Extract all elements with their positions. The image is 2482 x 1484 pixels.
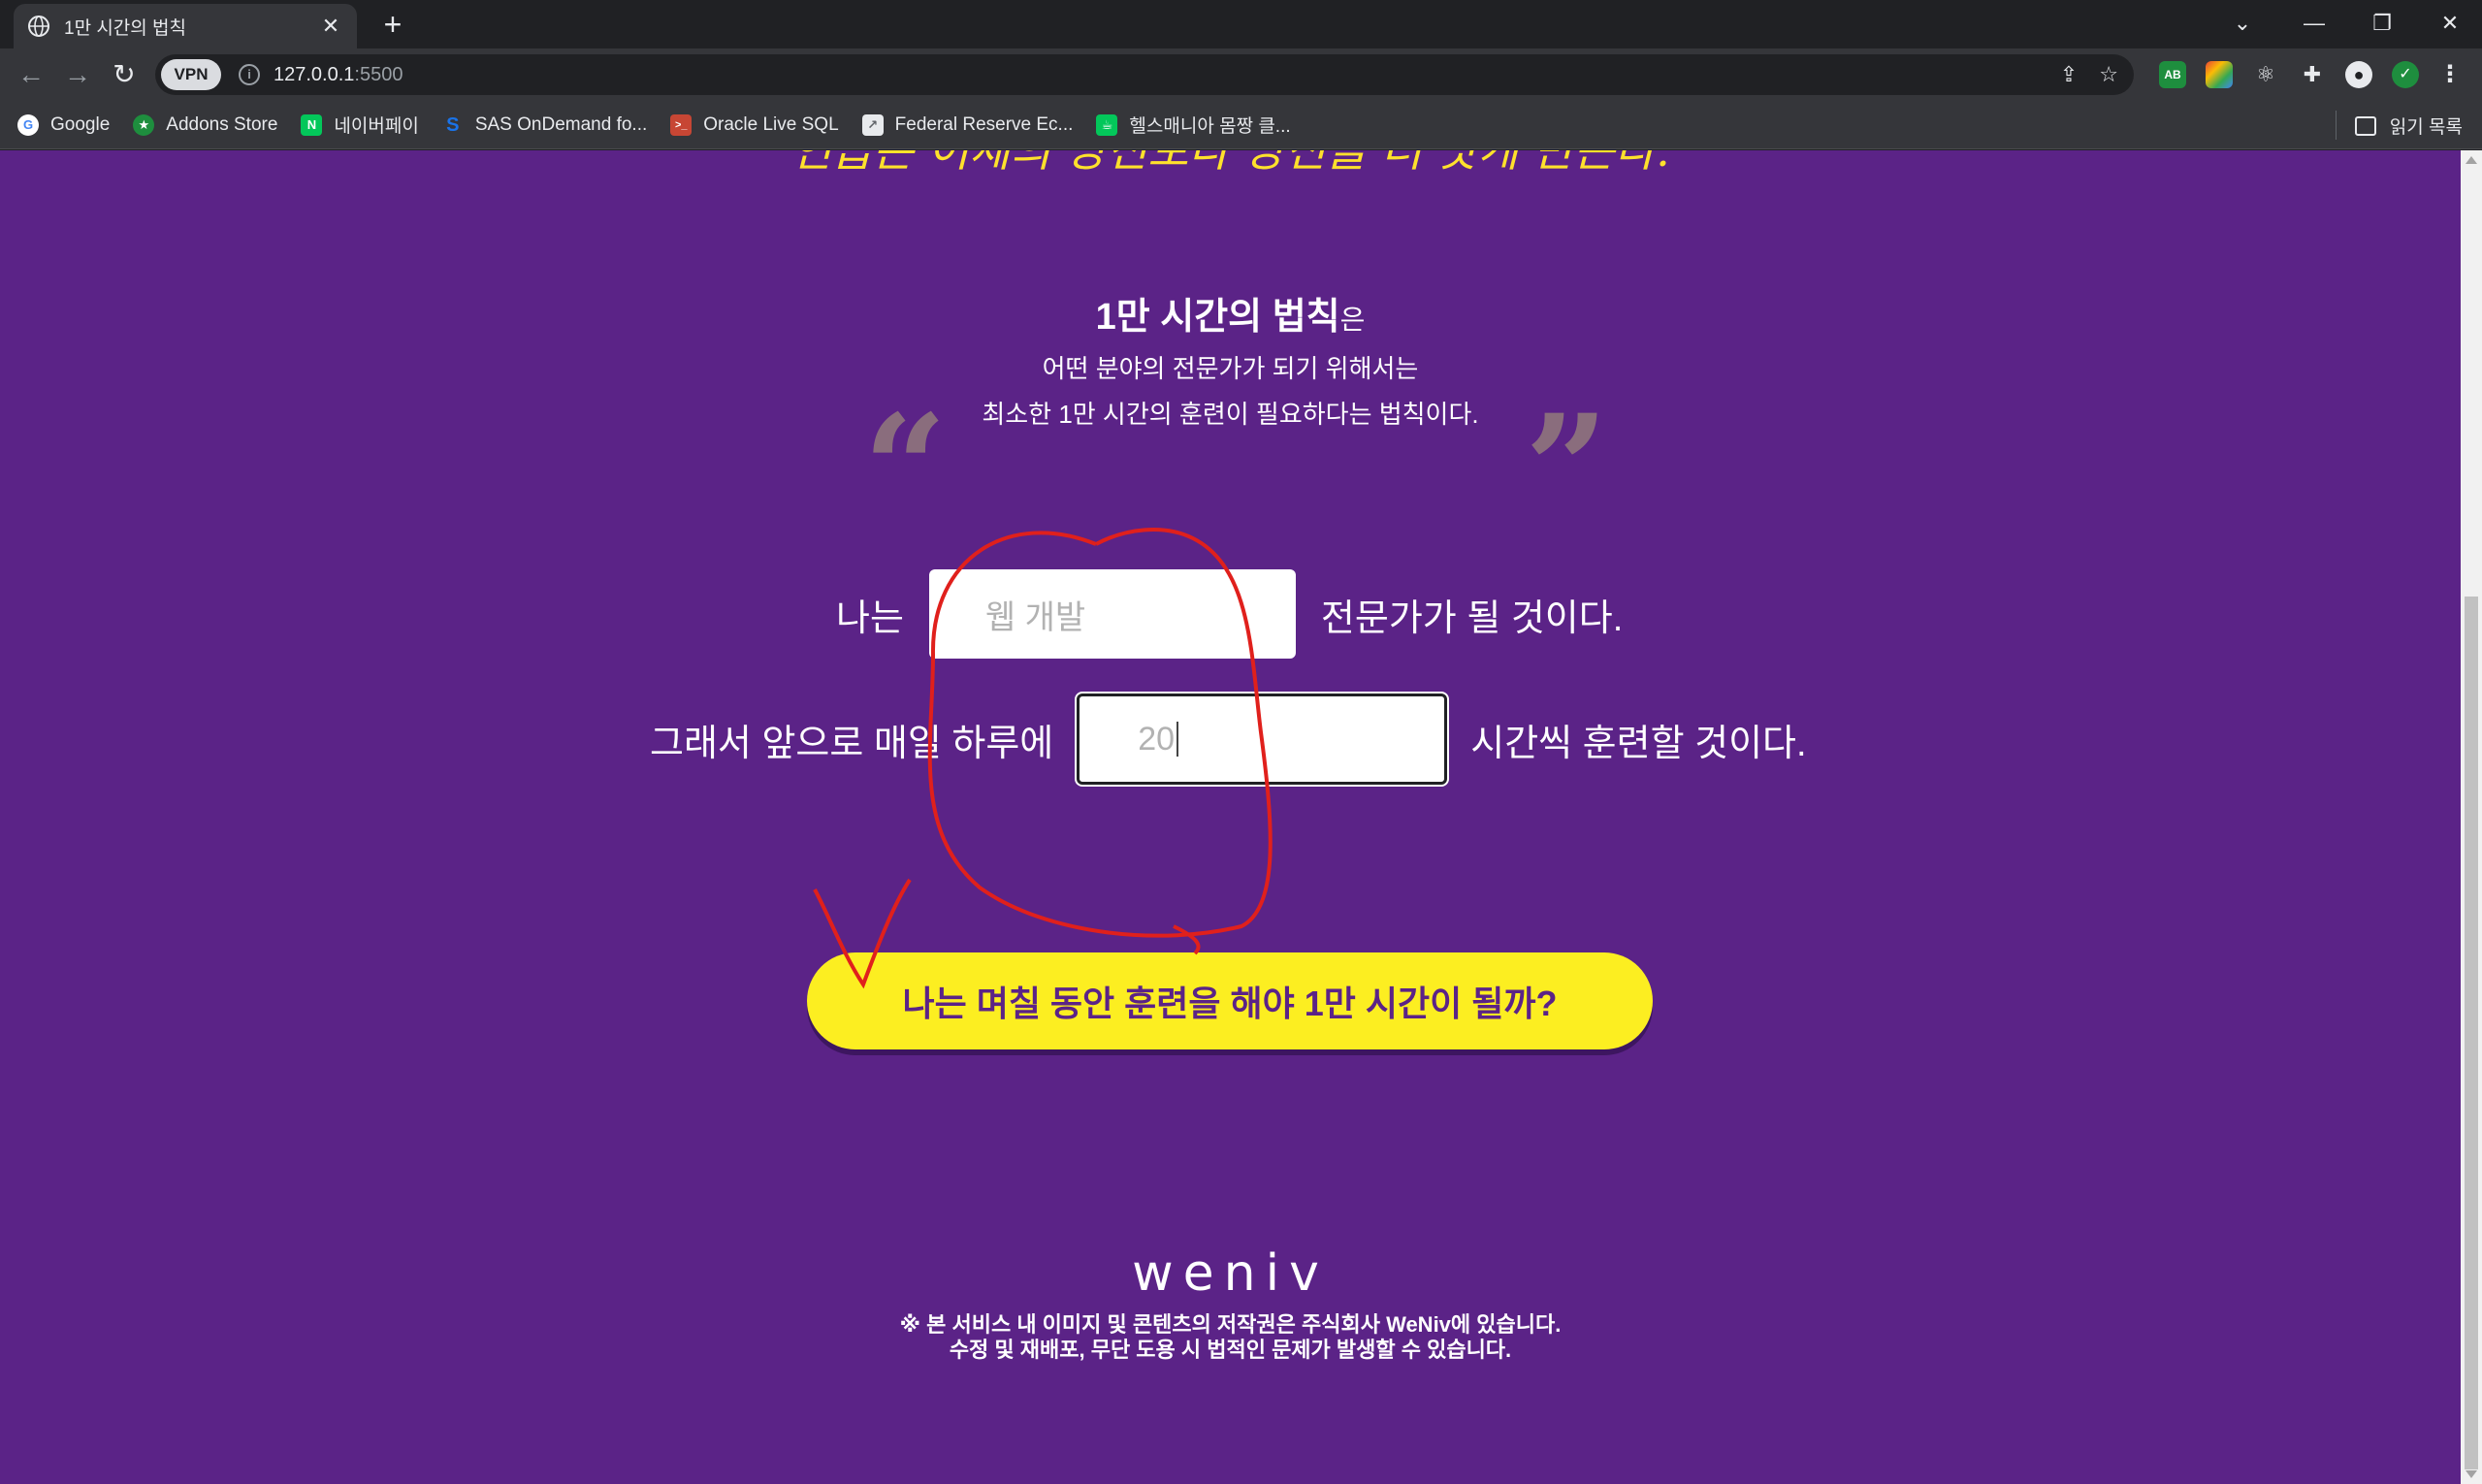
- reading-list-icon: [2354, 115, 2376, 136]
- bookmark-label: 헬스매니아 몸짱 클...: [1129, 116, 1291, 137]
- kebab-menu-icon[interactable]: ⋮: [2436, 61, 2464, 88]
- forward-arrow-icon[interactable]: →: [60, 57, 95, 92]
- site-info-icon[interactable]: i: [239, 64, 260, 85]
- addons-store-icon: ★: [133, 113, 155, 136]
- extensions-puzzle-icon[interactable]: ✚: [2299, 61, 2326, 88]
- goal-row: 나는 웹 개발 전문가가 될 것이다.: [836, 569, 1623, 659]
- top-quote: 연습은 어제의 당신보다 당신을 더 낫게 만든다.: [790, 150, 1670, 177]
- bookmark-label: Google: [50, 113, 111, 135]
- bookmark-google[interactable]: G Google: [17, 113, 111, 136]
- copyright-line-1: ※ 본 서비스 내 이미지 및 콘텐츠의 저작권은 주식회사 WeNiv에 있습…: [899, 1312, 1562, 1337]
- share-icon[interactable]: ⇪: [2060, 62, 2078, 87]
- quote-title: 1만 시간의 법칙은: [0, 286, 2461, 339]
- url-text[interactable]: 127.0.0.1:5500: [274, 64, 403, 86]
- hours-suffix: 시간씩 훈련할 것이다.: [1470, 723, 1807, 764]
- bookmark-naver-pay[interactable]: N 네이버페이: [301, 112, 419, 138]
- bookmark-sas[interactable]: S SAS OnDemand fo...: [442, 114, 647, 136]
- goal-prefix: 나는: [836, 597, 904, 639]
- bookmark-star-icon[interactable]: ☆: [2099, 62, 2118, 87]
- page-content: 연습은 어제의 당신보다 당신을 더 낫게 만든다. “ ” 1만 시간의 법칙…: [0, 150, 2461, 1484]
- naver-pay-icon: N: [301, 113, 323, 136]
- quote-line-2: 최소한 1만 시간의 훈련이 필요하다는 법칙이다.: [982, 400, 1479, 429]
- page-scrollbar[interactable]: [2461, 150, 2482, 1484]
- text-caret: [1177, 722, 1179, 757]
- bookmark-federal-reserve[interactable]: ↗ Federal Reserve Ec...: [861, 113, 1074, 136]
- bookmark-label: 네이버페이: [334, 116, 419, 137]
- address-bar[interactable]: VPN i 127.0.0.1:5500 ⇪ ☆: [155, 54, 2134, 95]
- shield-check-icon[interactable]: ✓: [2392, 61, 2419, 88]
- bookmark-health[interactable]: ☕ 헬스매니아 몸짱 클...: [1096, 112, 1291, 138]
- url-port: :5500: [354, 63, 403, 85]
- bookmark-label: SAS OnDemand fo...: [474, 113, 648, 135]
- weniv-logo: weniv: [1132, 1244, 1329, 1303]
- tab-search-icon[interactable]: ⌄: [2213, 6, 2272, 41]
- tab-title: 1만 시간의 법칙: [64, 17, 187, 39]
- browser-toolbar: ← → ↻ VPN i 127.0.0.1:5500 ⇪ ☆ AB ⚛ ✚ ● …: [0, 48, 2482, 101]
- hours-prefix: 그래서 앞으로 매일 하루에: [650, 723, 1054, 764]
- bookmark-label: Addons Store: [166, 113, 278, 135]
- reading-list[interactable]: 읽기 목록: [2354, 113, 2463, 139]
- hours-placeholder: 20: [1138, 720, 1176, 758]
- health-icon: ☕: [1096, 113, 1118, 136]
- globe-icon: [28, 16, 49, 37]
- tab-strip: 1만 시간의 법칙 ✕ + ⌄ — ❐ ✕: [0, 0, 2482, 48]
- reload-icon[interactable]: ↻: [107, 57, 142, 92]
- new-tab-button[interactable]: +: [376, 8, 409, 41]
- bookmark-label: Federal Reserve Ec...: [894, 113, 1074, 135]
- reading-list-label: 읽기 목록: [2389, 117, 2463, 138]
- back-arrow-icon[interactable]: ←: [14, 57, 48, 92]
- bookmarks-bar: G Google ★ Addons Store N 네이버페이 S SAS On…: [0, 101, 2482, 149]
- quote-line-1: 어떤 분야의 전문가가 되기 위해서는: [1042, 354, 1419, 383]
- browser-tab[interactable]: 1만 시간의 법칙 ✕: [14, 4, 357, 48]
- close-window-button[interactable]: ✕: [2421, 6, 2479, 41]
- google-icon: G: [17, 113, 39, 136]
- calculate-button[interactable]: 나는 며칠 동안 훈련을 해야 1만 시간이 될까?: [807, 952, 1653, 1049]
- vpn-badge[interactable]: VPN: [161, 59, 221, 90]
- copyright-line-2: 수정 및 재배포, 무단 도용 시 법적인 문제가 발생할 수 있습니다.: [949, 1338, 1512, 1362]
- field-placeholder: 웹 개발: [984, 598, 1086, 636]
- chart-icon: ↗: [861, 113, 884, 136]
- hours-row: 그래서 앞으로 매일 하루에 20 시간씩 훈련할 것이다.: [650, 694, 1807, 785]
- profile-avatar-icon[interactable]: ●: [2345, 61, 2372, 88]
- color-picker-extension-icon[interactable]: [2206, 61, 2233, 88]
- adblock-extension-icon[interactable]: AB: [2159, 61, 2186, 88]
- tab-close-icon[interactable]: ✕: [318, 14, 343, 39]
- oracle-icon: >_: [670, 113, 693, 136]
- sas-icon: S: [446, 113, 460, 136]
- scroll-up-arrow-icon[interactable]: [2466, 156, 2477, 164]
- quote-title-suffix: 은: [1339, 305, 1366, 335]
- scrollbar-thumb[interactable]: [2465, 597, 2478, 1469]
- quote-block: 1만 시간의 법칙은 어떤 분야의 전문가가 되기 위해서는 최소한 1만 시간…: [0, 286, 2461, 431]
- annotation-tail: [1173, 924, 1201, 955]
- bookmarks-divider: [2336, 111, 2337, 140]
- hours-input[interactable]: 20: [1077, 694, 1448, 785]
- react-devtools-icon[interactable]: ⚛: [2252, 61, 2279, 88]
- bookmark-addons-store[interactable]: ★ Addons Store: [133, 113, 278, 136]
- bookmark-label: Oracle Live SQL: [703, 113, 839, 135]
- bookmark-oracle-live-sql[interactable]: >_ Oracle Live SQL: [670, 113, 839, 136]
- url-host: 127.0.0.1: [274, 63, 355, 85]
- copyright-notice: ※ 본 서비스 내 이미지 및 콘텐츠의 저작권은 주식회사 WeNiv에 있습…: [0, 1312, 2461, 1363]
- minimize-button[interactable]: —: [2285, 6, 2343, 41]
- quote-title-strong: 1만 시간의 법칙: [1095, 297, 1340, 338]
- scroll-down-arrow-icon[interactable]: [2466, 1470, 2477, 1478]
- restore-button[interactable]: ❐: [2353, 6, 2411, 41]
- field-input[interactable]: 웹 개발: [928, 569, 1296, 659]
- goal-suffix: 전문가가 될 것이다.: [1320, 597, 1624, 639]
